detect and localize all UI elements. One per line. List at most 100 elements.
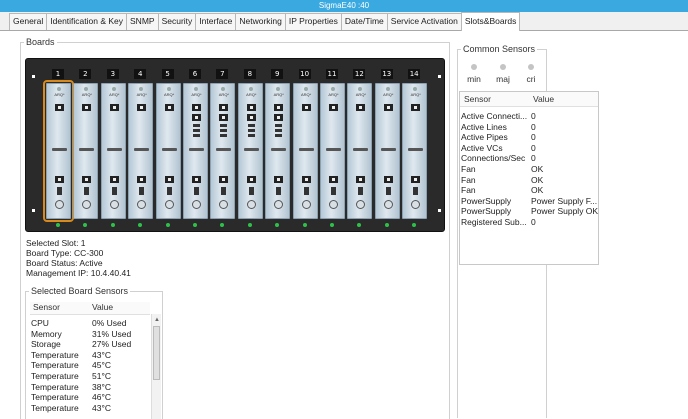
status-dot-icon — [194, 87, 198, 91]
table-row[interactable]: Temperature 46°C — [30, 392, 150, 402]
board-card-slot-8[interactable]: ARQ* — [237, 83, 263, 219]
port-icon — [411, 104, 421, 111]
port-icon — [219, 114, 229, 121]
handle-icon — [52, 148, 67, 151]
latch-icon — [111, 187, 117, 195]
tab-snmp[interactable]: SNMP — [126, 13, 159, 30]
latch-icon — [221, 187, 227, 195]
chassis: 1 ARQ* 2 ARQ* 3 ARQ* 4 ARQ* 5 ARQ* 6 ARQ* 7 ARQ* 8 ARQ*… — [25, 58, 445, 232]
sensor-value: OK — [531, 185, 544, 196]
sensor-name: Active Connecti... — [461, 111, 528, 121]
slot-led-icon — [384, 223, 389, 227]
table-row[interactable]: Active Lines 0 — [461, 122, 598, 132]
table-row[interactable]: Active Pipes 0 — [461, 132, 598, 142]
tab-slots-boards[interactable]: Slots&Boards — [460, 12, 521, 31]
board-card-slot-14[interactable]: ARQ* — [402, 83, 428, 219]
alarm-min: min — [462, 64, 486, 84]
connector-icon — [220, 129, 228, 132]
slot-number: 2 — [79, 69, 92, 79]
tab-ip-properties[interactable]: IP Properties — [284, 13, 342, 30]
column-header-sensor[interactable]: Sensor — [460, 92, 533, 106]
table-row[interactable]: Temperature 43°C — [30, 403, 150, 413]
handle-icon — [298, 148, 314, 151]
table-row[interactable]: Temperature 38°C — [30, 382, 150, 392]
tab-general[interactable]: General — [9, 13, 48, 30]
latch-icon — [139, 187, 145, 195]
table-row[interactable]: Fan OK — [461, 164, 598, 174]
board-card-slot-9[interactable]: ARQ* — [265, 83, 291, 219]
table-row[interactable]: PowerSupply Power Supply OK — [461, 206, 598, 216]
status-dot-icon — [221, 87, 226, 91]
table-row[interactable]: Active VCs 0 — [461, 142, 598, 153]
card-label: ARQ* — [191, 92, 202, 97]
latch-icon — [194, 187, 199, 195]
board-card-slot-5[interactable]: ARQ* — [155, 83, 181, 219]
board-card-slot-6[interactable]: ARQ* — [183, 83, 208, 219]
scroll-up-arrow-icon[interactable]: ▲ — [153, 316, 161, 324]
port-icon — [219, 104, 229, 111]
connector-icon — [193, 124, 200, 127]
sensor-value: Power Supply F... — [531, 195, 598, 206]
slot-number: 5 — [161, 69, 174, 79]
column-header-sensor[interactable]: Sensor — [30, 302, 92, 314]
table-row[interactable]: Active Connecti... 0 — [461, 111, 598, 121]
table-row[interactable]: Fan OK — [461, 175, 598, 185]
sensors-scrollbar[interactable]: ▲ ▼ — [151, 314, 161, 419]
board-card-slot-12[interactable]: ARQ* — [347, 83, 373, 219]
latch-icon — [358, 187, 364, 195]
table-row[interactable]: Temperature 51°C — [30, 371, 150, 381]
sensor-name: Memory — [31, 328, 62, 339]
table-row[interactable]: Memory 31% Used — [30, 329, 150, 339]
tab-identification-key[interactable]: Identification & Key — [46, 13, 128, 30]
board-card-slot-10[interactable]: ARQ* — [292, 83, 318, 219]
card-label: ARQ* — [328, 92, 339, 97]
sensor-name: Storage — [31, 339, 61, 350]
board-card-slot-13[interactable]: ARQ* — [374, 83, 400, 219]
sensor-value: 0 — [531, 142, 536, 153]
table-row[interactable]: Registered Sub... 0 — [461, 217, 598, 227]
board-card-slot-7[interactable]: ARQ* — [210, 83, 236, 219]
table-row[interactable]: Connections/Sec 0 — [461, 153, 598, 164]
sensor-value: 0 — [531, 153, 536, 164]
latch-icon — [303, 187, 309, 195]
tab-interface[interactable]: Interface — [195, 13, 237, 30]
table-row[interactable]: Temperature 45°C — [30, 360, 150, 370]
status-dot-icon — [413, 87, 418, 91]
sensor-value: 0 — [531, 217, 536, 227]
table-row[interactable]: Temperature 43°C — [30, 350, 150, 360]
selected-slot-text: Selected Slot: 1 — [26, 238, 86, 248]
sensor-name: Temperature — [31, 349, 79, 360]
scrollbar-thumb[interactable] — [153, 326, 160, 380]
tab-service-activation[interactable]: Service Activation — [386, 13, 462, 30]
sensor-name: PowerSupply — [461, 195, 512, 206]
board-card-slot-1[interactable]: ARQ* — [43, 80, 74, 222]
handle-icon — [134, 148, 150, 151]
port-icon — [301, 176, 311, 183]
sensor-value: 38°C — [92, 381, 111, 392]
column-header-value[interactable]: Value — [533, 92, 598, 106]
connector-icon — [275, 124, 283, 127]
card-label: ARQ* — [300, 92, 312, 97]
port-icon — [246, 114, 256, 121]
rack-screw-icon — [438, 209, 441, 212]
tab-date-time[interactable]: Date/Time — [340, 13, 388, 30]
table-row[interactable]: CPU 0% Used — [30, 318, 150, 328]
tab-networking[interactable]: Networking — [235, 13, 286, 30]
selected-sensors-header: Sensor Value — [30, 302, 150, 315]
board-card-slot-3[interactable]: ARQ* — [100, 83, 126, 219]
slot-led-icon — [138, 223, 143, 227]
column-header-value[interactable]: Value — [92, 302, 150, 314]
board-card-slot-2[interactable]: ARQ* — [73, 83, 99, 219]
slot-led-icon — [357, 223, 362, 227]
table-row[interactable]: Fan OK — [461, 185, 598, 196]
tab-security[interactable]: Security — [157, 13, 197, 30]
alarm-cri-label: cri — [526, 74, 536, 84]
board-card-slot-11[interactable]: ARQ* — [320, 83, 345, 219]
table-row[interactable]: Storage 27% Used — [30, 339, 150, 349]
sensor-value: 43°C — [92, 402, 111, 413]
card-label: ARQ* — [246, 92, 257, 97]
table-row[interactable]: PowerSupply Power Supply F... — [461, 195, 598, 206]
alarm-maj-indicator-icon — [500, 64, 506, 70]
board-card-slot-4[interactable]: ARQ* — [128, 83, 154, 219]
status-dot-icon — [276, 87, 281, 91]
